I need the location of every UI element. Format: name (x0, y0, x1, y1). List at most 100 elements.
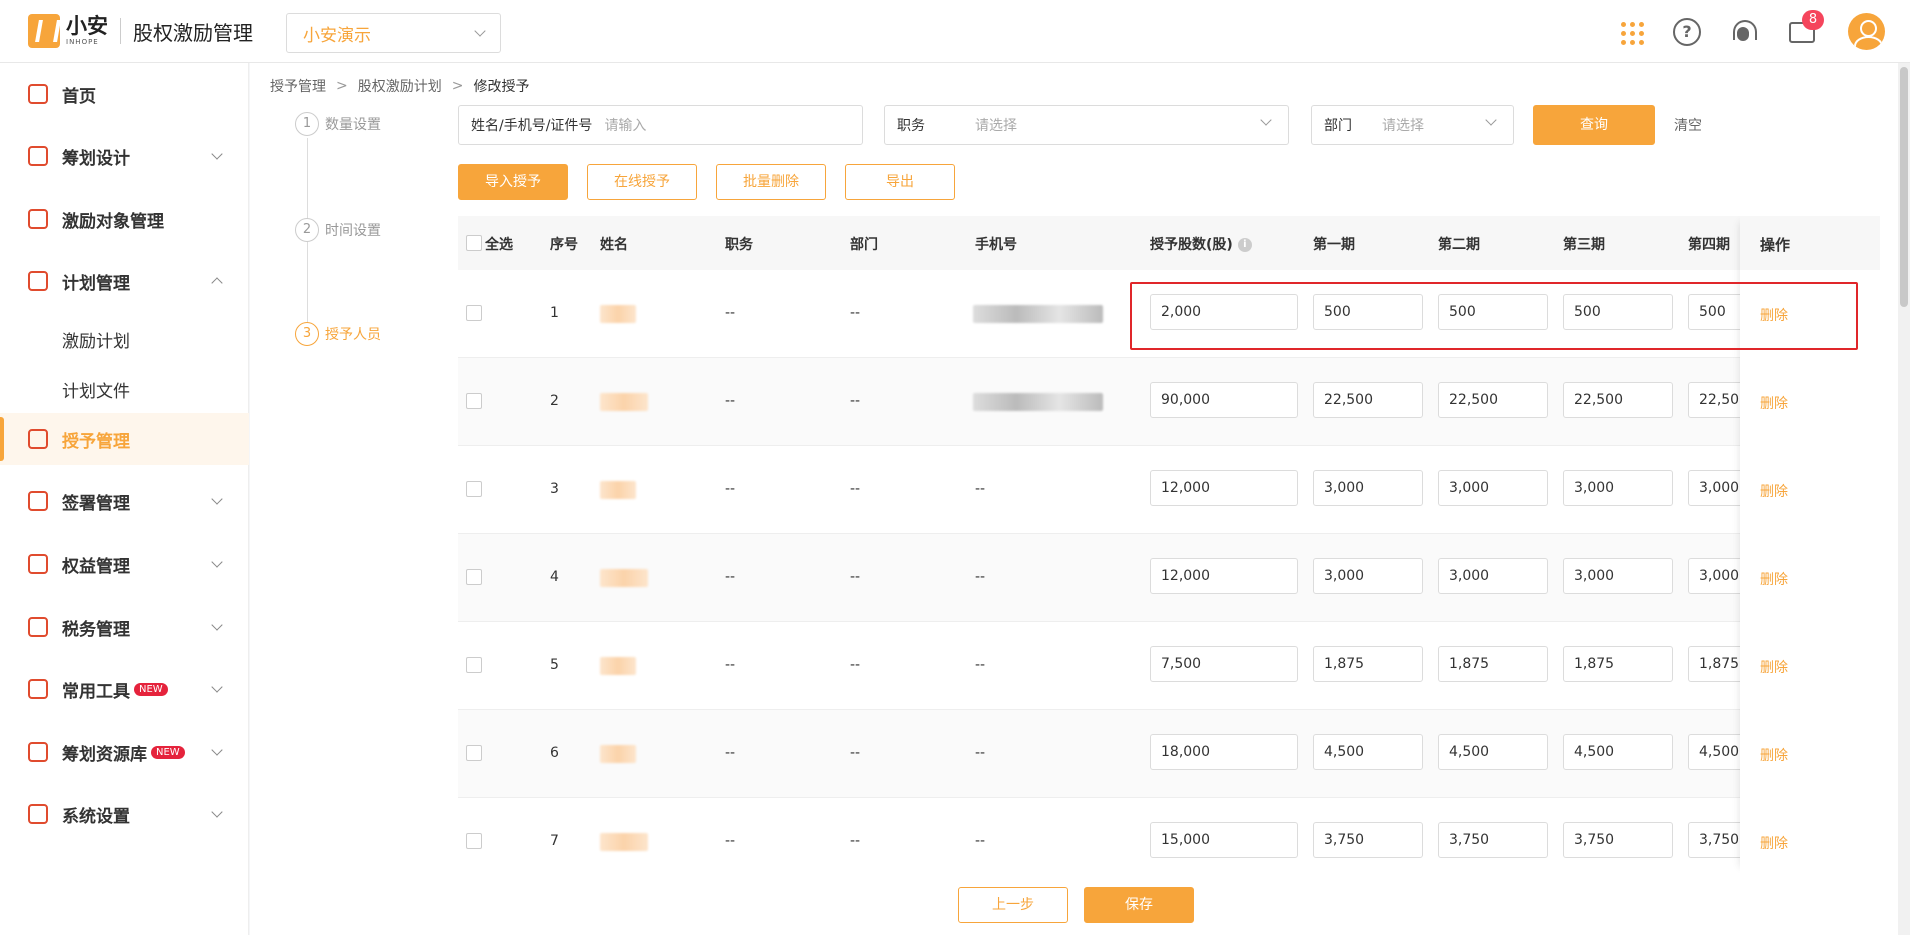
shares-input[interactable]: 7,500 (1150, 646, 1298, 682)
company-select-value: 小安演示 (303, 25, 371, 46)
chevron-down-icon (1485, 114, 1497, 126)
shares-input[interactable]: 12,000 (1150, 558, 1298, 594)
sidebar-item-equity[interactable]: 权益管理 (0, 538, 249, 590)
sidebar-item-resources[interactable]: 筹划资源库 NEW (0, 726, 249, 778)
chevron-right-icon: > (336, 78, 348, 94)
period-1-input[interactable]: 22,500 (1313, 382, 1423, 418)
delete-link[interactable]: 删除 (1760, 481, 1788, 501)
row-checkbox[interactable] (466, 305, 482, 321)
delete-link[interactable]: 删除 (1760, 657, 1788, 677)
sidebar-item-grant-management[interactable]: 授予管理 (0, 413, 249, 465)
period-2-input[interactable]: 3,000 (1438, 470, 1548, 506)
highlight-box (1130, 282, 1858, 350)
save-button[interactable]: 保存 (1084, 887, 1194, 923)
sidebar-item-incentive-objects[interactable]: 激励对象管理 (0, 193, 249, 245)
query-button[interactable]: 查询 (1533, 105, 1655, 145)
logo-divider (120, 18, 121, 44)
page-scrollbar[interactable] (1898, 63, 1910, 935)
department-select[interactable]: 部门 请选择 (1311, 105, 1514, 145)
step-grantees[interactable]: 3 授予人员 (295, 322, 381, 346)
sidebar-subitem-incentive-plan[interactable]: 激励计划 (62, 327, 130, 352)
sidebar-item-settings[interactable]: 系统设置 (0, 788, 249, 840)
period-1-input[interactable]: 3,000 (1313, 558, 1423, 594)
online-grant-button[interactable]: 在线授予 (587, 164, 697, 200)
sidebar-subitem-plan-files[interactable]: 计划文件 (62, 377, 130, 402)
period-3-input[interactable]: 3,000 (1563, 558, 1673, 594)
position-select[interactable]: 职务 请选择 (884, 105, 1289, 145)
new-tag: NEW (134, 682, 168, 696)
sidebar: 首页 筹划设计 激励对象管理 计划管理 激励计划 计划文件 授予管理 签署管理 … (0, 63, 249, 935)
delete-link[interactable]: 删除 (1760, 393, 1788, 413)
chevron-right-icon: > (451, 78, 464, 94)
period-2-input[interactable]: 3,000 (1438, 558, 1548, 594)
period-3-input[interactable]: 3,750 (1563, 822, 1673, 858)
delete-link[interactable]: 删除 (1760, 569, 1788, 589)
step-quantity[interactable]: 1 数量设置 (295, 112, 381, 136)
row-checkbox[interactable] (466, 657, 482, 673)
period-2-input[interactable]: 1,875 (1438, 646, 1548, 682)
scrollbar-thumb[interactable] (1900, 67, 1908, 307)
sidebar-item-plan-management[interactable]: 计划管理 (0, 255, 249, 307)
breadcrumb: 授予管理 > 股权激励计划 > 修改授予 (270, 76, 529, 96)
header-shares: 授予股数(股) i (1150, 234, 1252, 254)
shares-input[interactable]: 90,000 (1150, 382, 1298, 418)
period-2-input[interactable]: 3,750 (1438, 822, 1548, 858)
shares-input[interactable]: 18,000 (1150, 734, 1298, 770)
shares-input[interactable]: 12,000 (1150, 470, 1298, 506)
breadcrumb-item[interactable]: 股权激励计划 (358, 76, 442, 96)
sidebar-item-signing[interactable]: 签署管理 (0, 475, 249, 527)
chevron-up-icon (211, 277, 223, 289)
info-icon[interactable]: i (1237, 238, 1252, 252)
user-avatar[interactable] (1848, 13, 1885, 50)
department-placeholder: 请选择 (1382, 118, 1424, 134)
company-select[interactable]: 小安演示 (286, 13, 501, 53)
row-index: 3 (550, 481, 559, 497)
sidebar-item-tools[interactable]: 常用工具 NEW (0, 663, 249, 715)
award-icon (28, 554, 48, 574)
batch-delete-button[interactable]: 批量删除 (716, 164, 826, 200)
row-index: 6 (550, 745, 559, 761)
sidebar-item-tax[interactable]: 税务管理 (0, 601, 249, 653)
row-checkbox[interactable] (466, 833, 482, 849)
prev-step-button[interactable]: 上一步 (958, 887, 1068, 923)
period-1-input[interactable]: 3,750 (1313, 822, 1423, 858)
row-phone: -- (975, 481, 986, 497)
chevron-down-icon (211, 681, 223, 693)
row-checkbox[interactable] (466, 745, 482, 761)
period-1-input[interactable]: 1,875 (1313, 646, 1423, 682)
clear-link[interactable]: 清空 (1674, 115, 1702, 135)
customer-service-icon[interactable] (1730, 18, 1758, 46)
row-index: 2 (550, 393, 559, 409)
period-1-input[interactable]: 3,000 (1313, 470, 1423, 506)
apps-grid-icon[interactable] (1617, 18, 1645, 46)
breadcrumb-item[interactable]: 授予管理 (270, 76, 326, 96)
step-time[interactable]: 2 时间设置 (295, 218, 381, 242)
period-3-input[interactable]: 3,000 (1563, 470, 1673, 506)
row-checkbox[interactable] (466, 569, 482, 585)
sidebar-item-planning[interactable]: 筹划设计 (0, 130, 249, 182)
period-2-input[interactable]: 22,500 (1438, 382, 1548, 418)
period-1-input[interactable]: 4,500 (1313, 734, 1423, 770)
period-3-input[interactable]: 1,875 (1563, 646, 1673, 682)
row-checkbox[interactable] (466, 393, 482, 409)
period-2-input[interactable]: 4,500 (1438, 734, 1548, 770)
import-grant-button[interactable]: 导入授予 (458, 164, 568, 200)
row-phone: -- (975, 569, 986, 585)
period-3-input[interactable]: 22,500 (1563, 382, 1673, 418)
row-department: -- (850, 745, 861, 761)
row-checkbox[interactable] (466, 481, 482, 497)
delete-link[interactable]: 删除 (1760, 745, 1788, 765)
name-redacted (600, 481, 636, 499)
period-3-input[interactable]: 4,500 (1563, 734, 1673, 770)
export-button[interactable]: 导出 (845, 164, 955, 200)
brand-logo[interactable]: 小安 INHOPE 股权激励管理 (28, 14, 253, 48)
delete-link[interactable]: 删除 (1760, 833, 1788, 853)
name-search-field[interactable]: 姓名/手机号/证件号 请输入 (458, 105, 863, 145)
chevron-down-icon (211, 619, 223, 631)
sidebar-item-home[interactable]: 首页 (0, 68, 249, 120)
table-header: 全选 序号 姓名 职务 部门 手机号 授予股数(股) i 第一期 第二期 第三期 … (458, 216, 1880, 270)
help-icon[interactable]: ? (1673, 18, 1701, 46)
shares-input[interactable]: 15,000 (1150, 822, 1298, 858)
step-label: 授予人员 (325, 327, 381, 343)
select-all-checkbox[interactable] (466, 235, 482, 251)
